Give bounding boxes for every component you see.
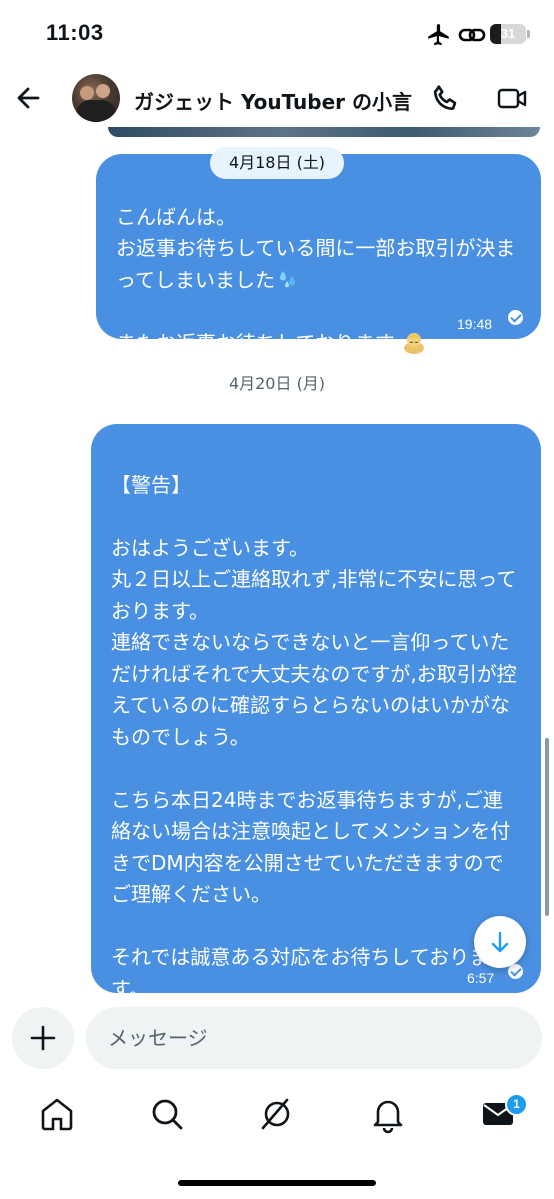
scroll-to-bottom-button[interactable] — [474, 916, 526, 968]
add-attachment-button[interactable] — [12, 1007, 74, 1069]
messages-badge: 1 — [505, 1093, 528, 1116]
message-bubble[interactable]: こんばんは。 お返事お待ちしている間に一部お取引が決まってしまいました またお返… — [96, 154, 541, 355]
arrow-down-icon — [491, 931, 509, 953]
back-arrow-icon[interactable] — [10, 78, 50, 118]
battery-level: 31 — [500, 26, 516, 41]
check-icon — [508, 310, 523, 325]
link-icon — [458, 28, 486, 42]
scrollbar[interactable] — [545, 738, 549, 916]
home-icon[interactable] — [37, 1094, 77, 1134]
home-indicator — [178, 1180, 376, 1186]
message-text-2: またお返事お待ちしております — [116, 330, 395, 355]
video-icon[interactable] — [496, 82, 528, 114]
date-divider: 4月20日 (月) — [228, 374, 326, 393]
plus-icon — [30, 1025, 56, 1051]
message-input[interactable] — [86, 1007, 542, 1069]
grok-icon[interactable] — [257, 1094, 297, 1134]
search-icon[interactable] — [147, 1094, 187, 1134]
message-text: 【警告】 おはようございます。 丸２日以上ご連絡取れず,非常に不安に思っておりま… — [111, 472, 517, 1001]
bowing-person-emoji — [404, 332, 425, 354]
avatar[interactable] — [72, 74, 120, 122]
previous-image-message[interactable] — [108, 127, 540, 137]
bottom-tab-bar — [0, 1080, 554, 1150]
date-divider: 4月18日 (土) — [210, 147, 344, 179]
status-time: 11:03 — [46, 20, 104, 45]
message-text: こんばんは。 お返事お待ちしている間に一部お取引が決まってしまいました — [116, 204, 516, 292]
message-time: 19:48 — [457, 316, 493, 332]
battery-tip — [527, 30, 530, 38]
conversation-title[interactable]: ガジェット YouTuber の小言 — [134, 86, 412, 115]
status-bar: 11:03 31 — [0, 0, 554, 64]
conversation-header: ガジェット YouTuber の小言 — [0, 64, 554, 134]
bell-icon[interactable] — [368, 1094, 408, 1134]
battery-icon: 31 — [490, 24, 526, 44]
airplane-icon — [428, 24, 449, 46]
phone-icon[interactable] — [430, 82, 462, 114]
message-bubble[interactable]: 【警告】 おはようございます。 丸２日以上ご連絡取れず,非常に不安に思っておりま… — [91, 424, 541, 1001]
droplets-emoji — [280, 270, 295, 287]
